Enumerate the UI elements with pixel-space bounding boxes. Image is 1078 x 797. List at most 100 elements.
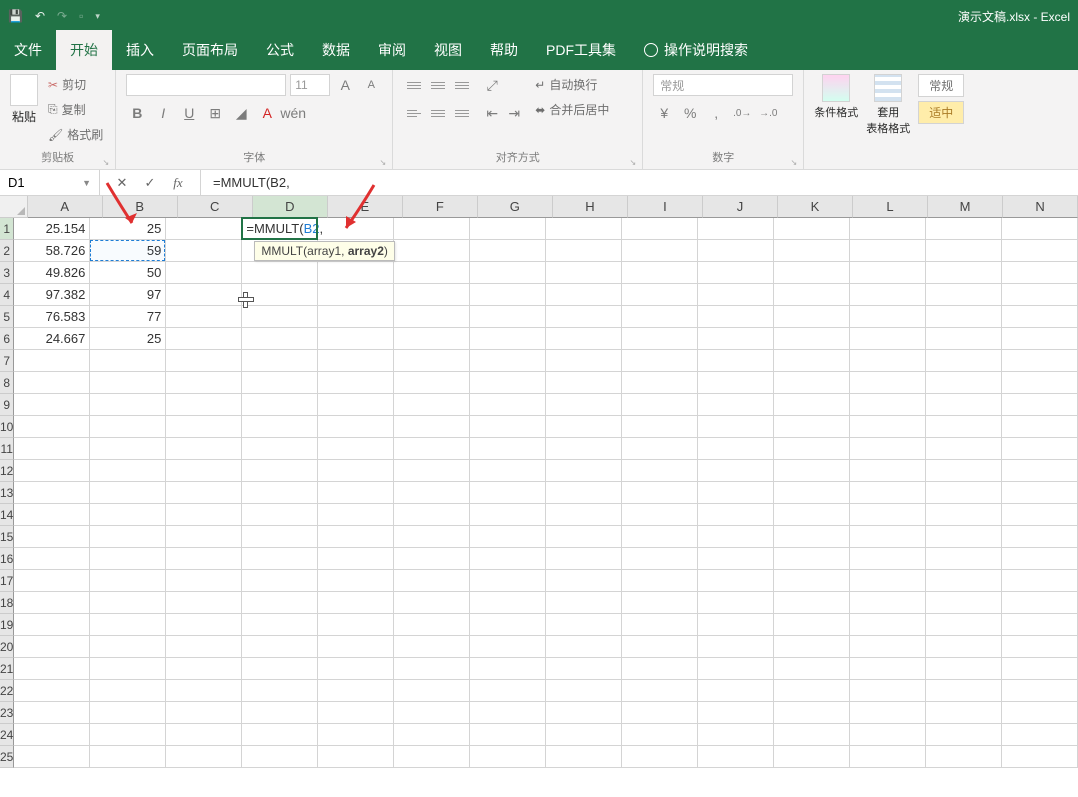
cell-B25[interactable]	[90, 746, 166, 768]
cell-F15[interactable]	[394, 526, 470, 548]
cell-H5[interactable]	[546, 306, 622, 328]
cell-I16[interactable]	[622, 548, 698, 570]
cell-M10[interactable]	[926, 416, 1002, 438]
cell-D25[interactable]	[242, 746, 318, 768]
row-header-18[interactable]: 18	[0, 592, 14, 614]
decrease-font-icon[interactable]: A	[360, 74, 382, 96]
cell-A22[interactable]	[14, 680, 90, 702]
cell-C11[interactable]	[166, 438, 242, 460]
cell-E16[interactable]	[318, 548, 394, 570]
cell-G24[interactable]	[470, 724, 546, 746]
cell-B9[interactable]	[90, 394, 166, 416]
cell-H17[interactable]	[546, 570, 622, 592]
cell-C2[interactable]	[166, 240, 242, 262]
cell-E19[interactable]	[318, 614, 394, 636]
cell-L19[interactable]	[850, 614, 926, 636]
cell-J10[interactable]	[698, 416, 774, 438]
cell-B10[interactable]	[90, 416, 166, 438]
cell-I5[interactable]	[622, 306, 698, 328]
cell-N25[interactable]	[1002, 746, 1078, 768]
cell-I4[interactable]	[622, 284, 698, 306]
cell-I20[interactable]	[622, 636, 698, 658]
cell-A23[interactable]	[14, 702, 90, 724]
cell-C8[interactable]	[166, 372, 242, 394]
cell-style-general[interactable]: 常规	[918, 74, 964, 97]
cell-C12[interactable]	[166, 460, 242, 482]
phonetic-button[interactable]: wén	[282, 102, 304, 124]
cell-F13[interactable]	[394, 482, 470, 504]
cell-M18[interactable]	[926, 592, 1002, 614]
cell-H8[interactable]	[546, 372, 622, 394]
cell-K7[interactable]	[774, 350, 850, 372]
orientation-button[interactable]: ⤢	[481, 74, 503, 96]
increase-decimal[interactable]: .0→	[731, 102, 753, 124]
col-header-G[interactable]: G	[478, 196, 553, 218]
cell-E18[interactable]	[318, 592, 394, 614]
cell-C24[interactable]	[166, 724, 242, 746]
cell-L20[interactable]	[850, 636, 926, 658]
align-top[interactable]	[403, 74, 425, 96]
cell-M9[interactable]	[926, 394, 1002, 416]
cell-B7[interactable]	[90, 350, 166, 372]
cell-N3[interactable]	[1002, 262, 1078, 284]
cell-L10[interactable]	[850, 416, 926, 438]
cell-E12[interactable]	[318, 460, 394, 482]
cell-E17[interactable]	[318, 570, 394, 592]
cell-M24[interactable]	[926, 724, 1002, 746]
cell-A5[interactable]: 76.583	[14, 306, 90, 328]
font-size-select[interactable]	[290, 74, 330, 96]
tab-pdf-tools[interactable]: PDF工具集	[532, 30, 630, 70]
cell-I2[interactable]	[622, 240, 698, 262]
cell-G5[interactable]	[470, 306, 546, 328]
cell-L5[interactable]	[850, 306, 926, 328]
cell-E22[interactable]	[318, 680, 394, 702]
cell-M11[interactable]	[926, 438, 1002, 460]
accept-formula-button[interactable]: ✓	[136, 175, 164, 191]
cell-K18[interactable]	[774, 592, 850, 614]
cell-A20[interactable]	[14, 636, 90, 658]
cell-K6[interactable]	[774, 328, 850, 350]
row-header-21[interactable]: 21	[0, 658, 14, 680]
col-header-D[interactable]: D	[253, 196, 328, 218]
cell-I22[interactable]	[622, 680, 698, 702]
cell-C15[interactable]	[166, 526, 242, 548]
cell-B11[interactable]	[90, 438, 166, 460]
cell-L16[interactable]	[850, 548, 926, 570]
cell-H14[interactable]	[546, 504, 622, 526]
underline-button[interactable]: U	[178, 102, 200, 124]
cell-N19[interactable]	[1002, 614, 1078, 636]
cell-N11[interactable]	[1002, 438, 1078, 460]
cell-N24[interactable]	[1002, 724, 1078, 746]
row-header-16[interactable]: 16	[0, 548, 14, 570]
cell-B22[interactable]	[90, 680, 166, 702]
cell-H19[interactable]	[546, 614, 622, 636]
cell-F5[interactable]	[394, 306, 470, 328]
cell-H25[interactable]	[546, 746, 622, 768]
cell-D12[interactable]	[242, 460, 318, 482]
cell-C13[interactable]	[166, 482, 242, 504]
cell-B4[interactable]: 97	[90, 284, 166, 306]
cell-J6[interactable]	[698, 328, 774, 350]
cell-G19[interactable]	[470, 614, 546, 636]
row-header-20[interactable]: 20	[0, 636, 14, 658]
tab-file[interactable]: 文件	[0, 30, 56, 70]
cell-H4[interactable]	[546, 284, 622, 306]
col-header-N[interactable]: N	[1003, 196, 1078, 218]
cell-F6[interactable]	[394, 328, 470, 350]
cell-M22[interactable]	[926, 680, 1002, 702]
cell-J20[interactable]	[698, 636, 774, 658]
cell-E4[interactable]	[318, 284, 394, 306]
cell-J15[interactable]	[698, 526, 774, 548]
cell-E8[interactable]	[318, 372, 394, 394]
cell-H2[interactable]	[546, 240, 622, 262]
cell-N2[interactable]	[1002, 240, 1078, 262]
cell-M5[interactable]	[926, 306, 1002, 328]
select-all-button[interactable]	[0, 196, 28, 218]
cell-J21[interactable]	[698, 658, 774, 680]
cell-D18[interactable]	[242, 592, 318, 614]
cell-K15[interactable]	[774, 526, 850, 548]
row-header-3[interactable]: 3	[0, 262, 14, 284]
row-header-13[interactable]: 13	[0, 482, 14, 504]
cell-F18[interactable]	[394, 592, 470, 614]
cell-L22[interactable]	[850, 680, 926, 702]
